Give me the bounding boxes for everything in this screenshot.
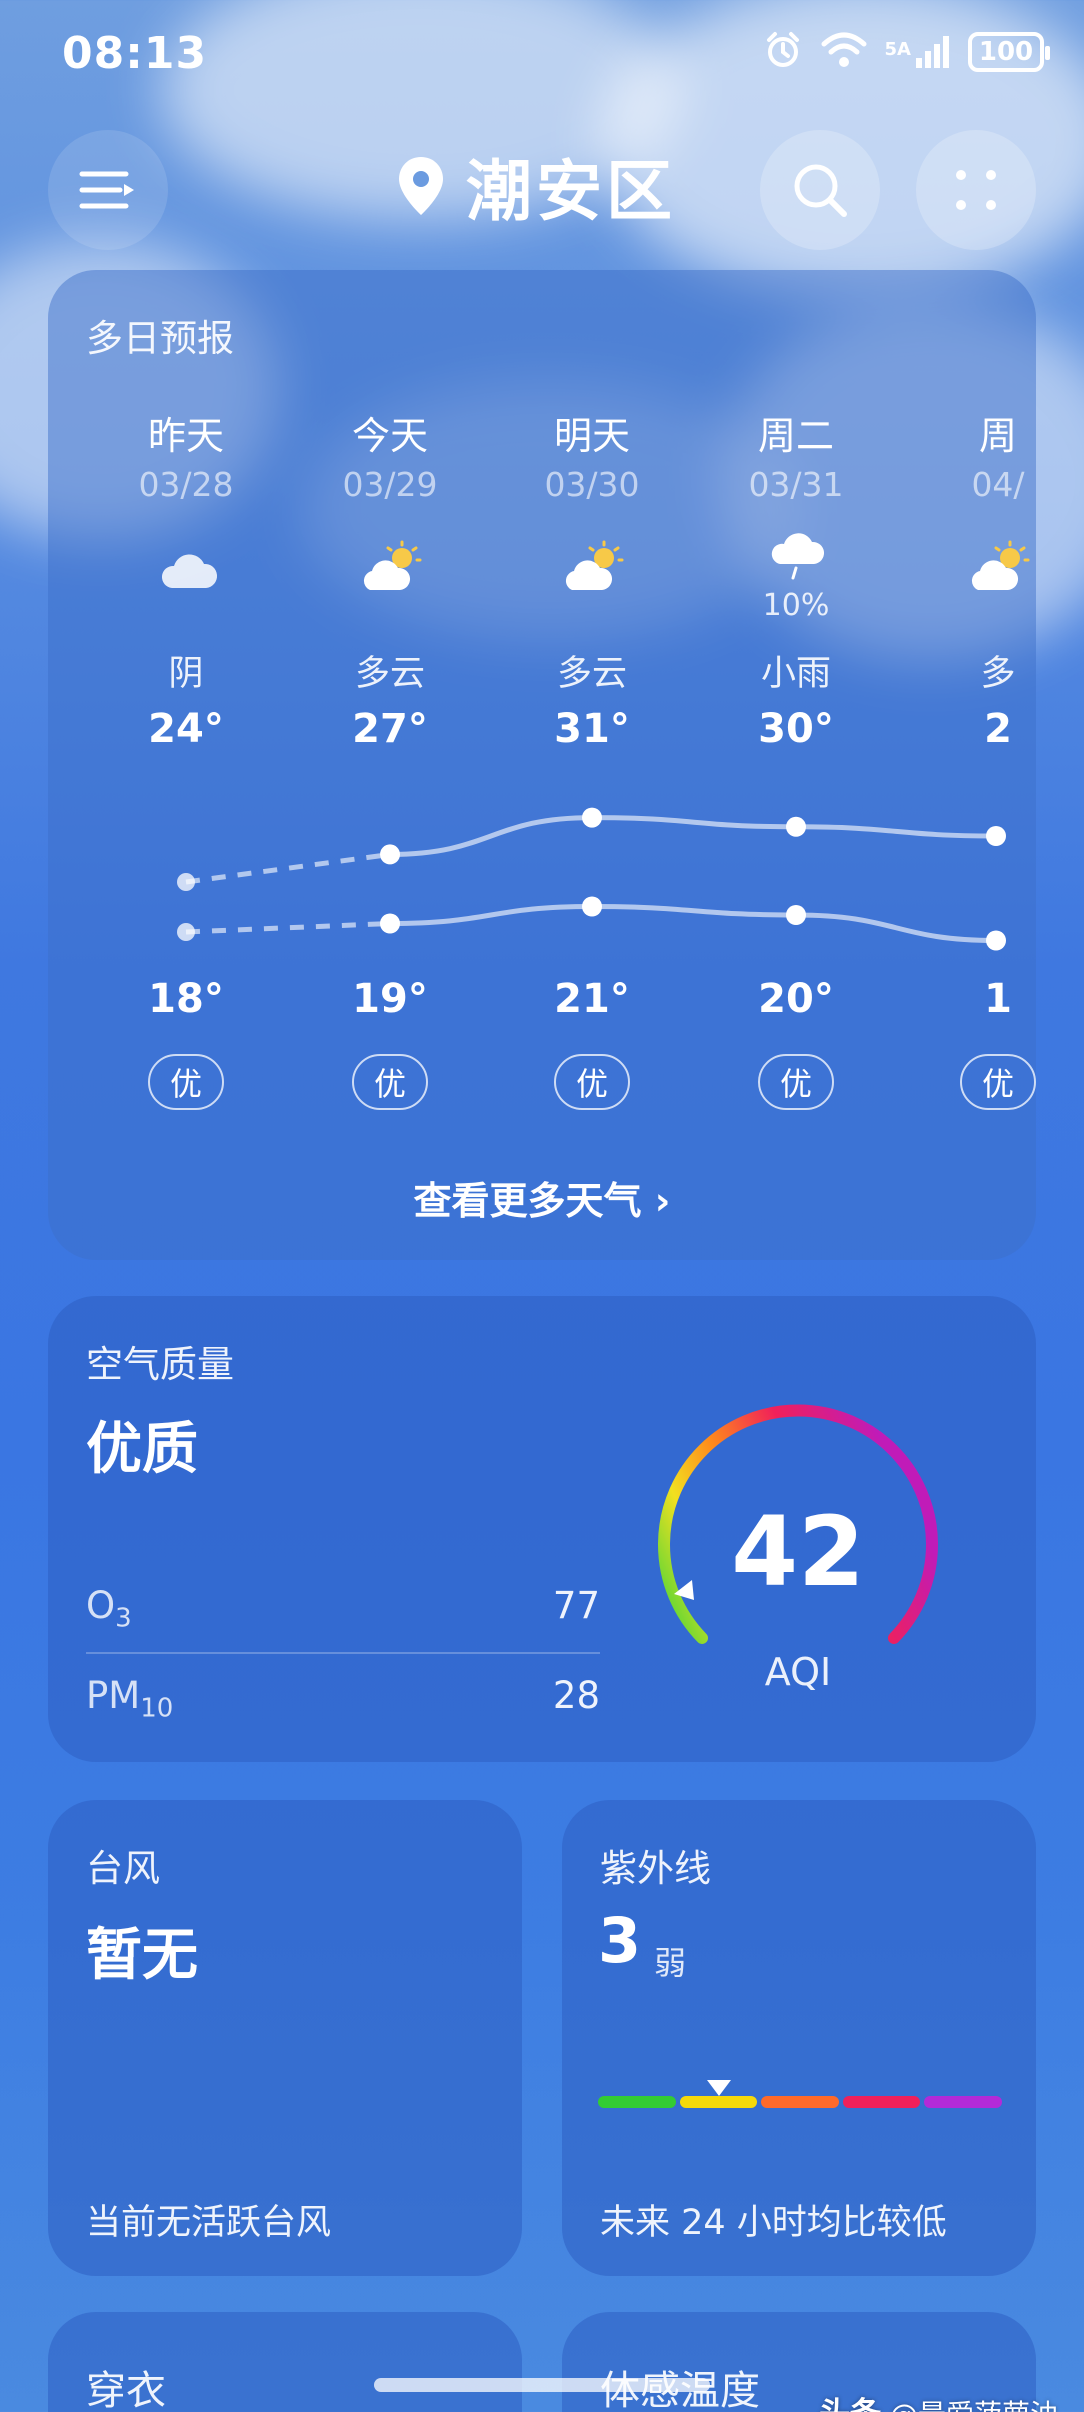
day-low-temp: 21° [554,976,630,1022]
forecast-day-column[interactable]: 昨天 03/28 阴 24° 18° 优 [106,270,266,1130]
pollutant-row-o3: O3 77 [86,1566,600,1656]
menu-button[interactable] [48,130,168,250]
day-name: 周二 [757,414,834,458]
location-name: 潮安区 [466,153,676,230]
day-condition: 阴 [168,654,204,694]
pollutant-divider [86,1652,600,1654]
light-rain-icon [766,528,830,584]
pollutant-row-pm10: PM10 28 [86,1656,600,1746]
air-quality-title: 空气质量 [86,1343,234,1386]
day-name: 今天 [351,414,428,458]
cellular-signal-icon: 5A [885,34,950,70]
more-weather-label: 查看更多天气 [413,1179,642,1223]
aqi-label: AQI [764,1650,832,1694]
day-name: 明天 [553,414,630,458]
air-quality-card[interactable]: 空气质量 优质 O3 77 PM10 28 42 AQI [48,1296,1036,1762]
day-aqi-badge: 优 [960,1054,1036,1110]
status-time: 08:13 [62,28,208,79]
day-date: 03/28 [138,465,234,504]
day-condition: 多云 [354,654,425,694]
alarm-icon [763,30,803,74]
wifi-icon [821,30,867,74]
chevron-right-icon: › [654,1179,671,1223]
dressing-title: 穿衣 [86,2368,166,2412]
day-high-temp: 2 [984,706,1012,752]
day-date: 04/ [971,465,1025,504]
location-title[interactable]: 潮安区 [396,138,676,234]
day-name: 昨天 [147,414,224,458]
aqi-value: 42 [731,1496,865,1608]
uv-card[interactable]: 紫外线 3 弱 未来 24 小时均比较低 [562,1800,1036,2276]
uv-marker-icon [707,2080,732,2096]
air-quality-status: 优质 [86,1417,198,1482]
day-high-temp: 24° [148,706,224,752]
typhoon-value: 暂无 [86,1923,198,1988]
cloudy-icon [156,540,220,596]
day-low-temp: 1 [984,976,1012,1022]
low-temp-curve [389,903,997,943]
dressing-card[interactable]: 穿衣 [48,2312,522,2412]
day-aqi-badge: 优 [758,1054,834,1110]
more-weather-link[interactable]: 查看更多天气 › [48,1170,1036,1225]
day-condition: 小雨 [760,654,831,694]
battery-icon: 100 [968,32,1050,72]
home-indicator[interactable] [374,2378,710,2392]
forecast-day-column[interactable]: 明天 03/30 多云 31° 21° 优 [512,270,672,1130]
day-date: 03/29 [342,465,438,504]
uv-scale-segment [761,2096,839,2108]
uv-scale-segment [598,2096,676,2108]
partly-cloudy-icon [360,540,424,596]
day-aqi-badge: 优 [554,1054,630,1110]
day-condition: 多云 [556,654,627,694]
pollutant-value: 28 [552,1674,600,1717]
network-type-label: 5A [884,39,911,60]
menu-icon [79,171,134,209]
typhoon-footer: 当前无活跃台风 [86,2203,332,2243]
day-low-temp: 18° [148,976,224,1022]
day-aqi-badge: 优 [148,1054,224,1110]
multi-day-forecast-card[interactable]: 多日预报 昨天 03/28 阴 24° 18° 优今天 03/29 多云 27° 19° 优明天 03… [48,270,1036,1260]
uv-scale-segment [842,2096,921,2108]
pollutant-name: O3 [86,1584,132,1634]
day-date: 03/30 [544,465,640,504]
uv-footer: 未来 24 小时均比较低 [600,2203,947,2243]
status-icons: 5A 100 [763,30,1050,74]
uv-value: 3 [598,1904,642,1977]
day-condition: 多 [980,654,1016,694]
search-button[interactable] [760,130,880,250]
partly-cloudy-icon [562,540,626,596]
partly-cloudy-icon [968,540,1032,596]
pollutant-name: PM10 [86,1674,174,1724]
watermark-brand: 头条 [819,2396,881,2412]
day-high-temp: 31° [554,706,630,752]
day-low-temp: 20° [758,976,834,1022]
uv-title: 紫外线 [600,1847,711,1890]
typhoon-card[interactable]: 台风 暂无 当前无活跃台风 [48,1800,522,2276]
search-icon [794,164,847,217]
status-bar: 08:13 5A 100 [0,0,1084,110]
uv-level: 弱 [654,1944,687,1982]
watermark: 头条 @最爱菠萝油 [819,2388,1058,2412]
battery-level: 100 [978,37,1034,67]
day-high-temp: 30° [758,706,834,752]
day-name: 周 [978,414,1017,458]
grid-more-icon [956,170,996,210]
day-aqi-badge: 优 [352,1054,428,1110]
forecast-day-column[interactable]: 周 04/多 2 1 优 [918,270,1036,1130]
location-pin-icon [399,157,443,215]
day-high-temp: 27° [352,706,428,752]
uv-scale-bar [598,2096,1002,2108]
day-date: 03/31 [748,465,844,504]
day-low-temp: 19° [352,976,428,1022]
header: 潮安区 [0,128,1084,252]
forecast-day-column[interactable]: 周二 03/31 10% 小雨 30° 20° 优 [716,270,876,1130]
pollutant-value: 77 [552,1584,600,1627]
forecast-day-column[interactable]: 今天 03/29 多云 27° 19° 优 [310,270,470,1130]
watermark-handle: @最爱菠萝油 [890,2398,1058,2412]
uv-scale-segment [924,2096,1002,2108]
precipitation-chance: 10% [762,588,830,623]
more-button[interactable] [916,130,1036,250]
typhoon-title: 台风 [86,1847,160,1890]
high-temp-curve [389,815,997,857]
